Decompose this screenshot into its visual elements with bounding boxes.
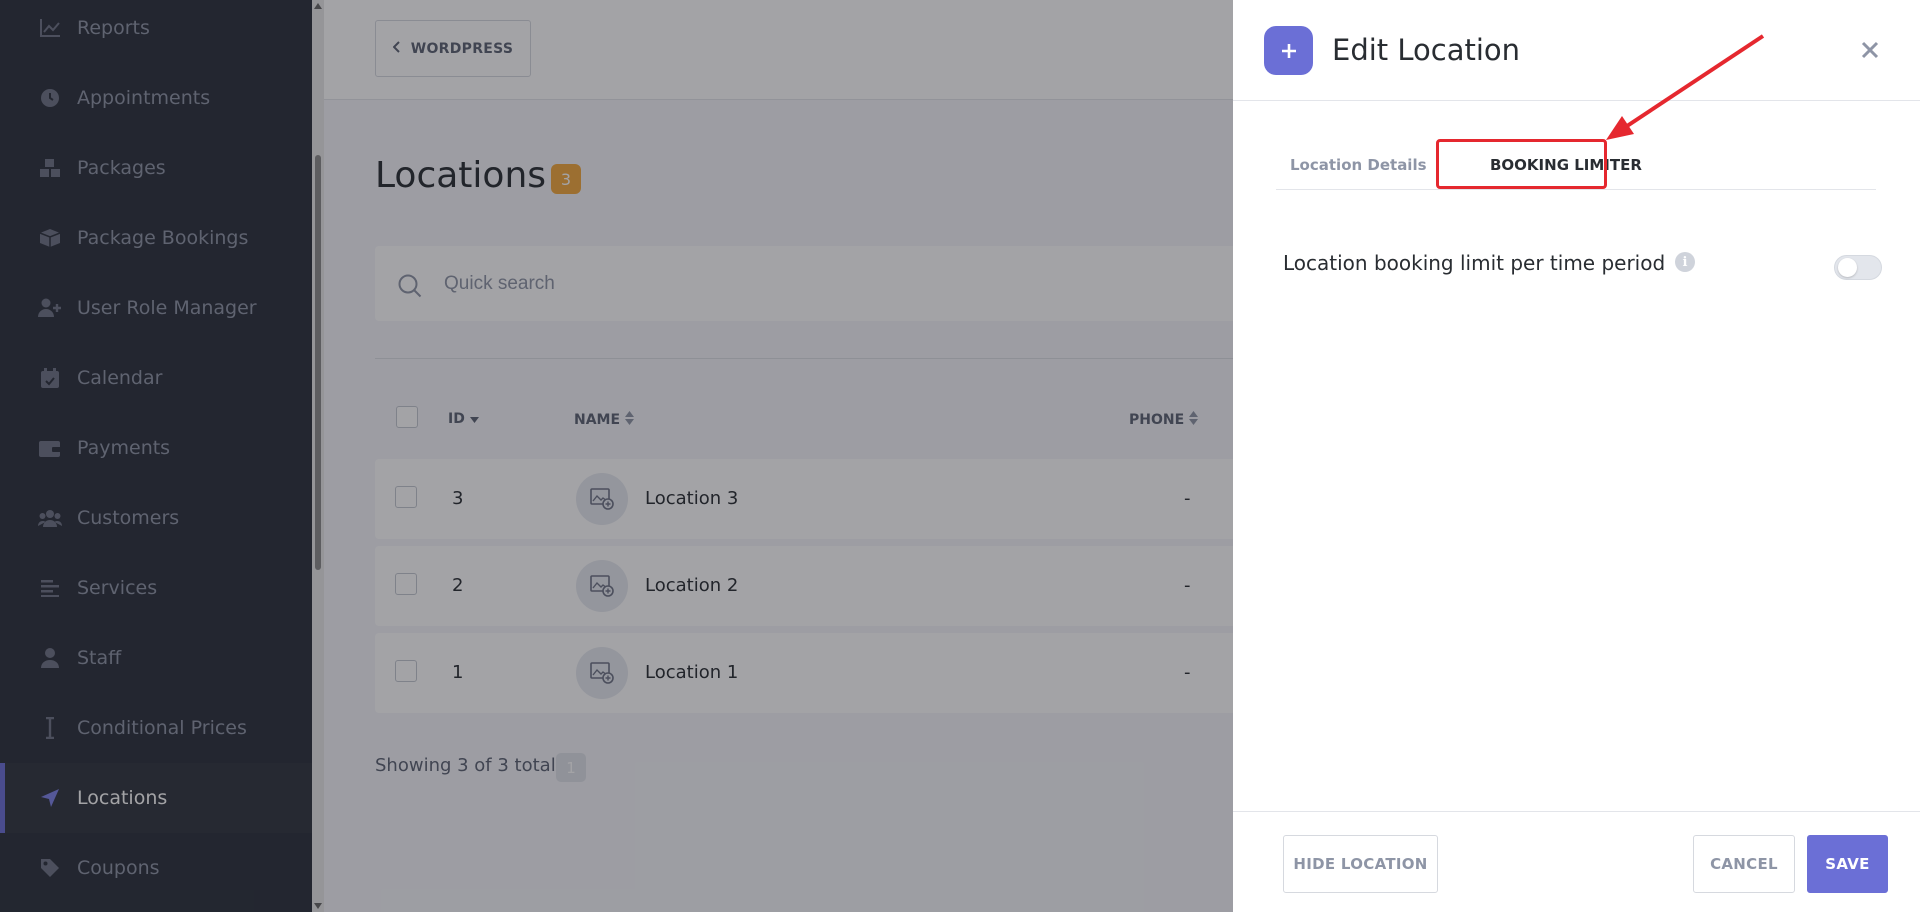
drawer-header: Edit Location [1233, 0, 1920, 101]
plus-icon [1264, 26, 1313, 75]
drawer-title: Edit Location [1332, 33, 1521, 67]
edit-location-drawer: Edit Location Location Details BOOKING L… [1233, 0, 1920, 912]
close-icon[interactable] [1856, 36, 1884, 64]
hide-location-button[interactable]: HIDE LOCATION [1283, 835, 1438, 893]
cancel-button[interactable]: CANCEL [1693, 835, 1795, 893]
info-icon[interactable]: i [1675, 252, 1695, 272]
tab-location-details[interactable]: Location Details [1290, 156, 1427, 174]
toggle-knob [1838, 258, 1857, 277]
annotation-highlight-box [1436, 139, 1607, 189]
booking-limit-label: Location booking limit per time period [1283, 251, 1666, 275]
drawer-footer: HIDE LOCATION CANCEL SAVE [1233, 811, 1920, 912]
save-button[interactable]: SAVE [1807, 835, 1888, 893]
booking-limit-toggle[interactable] [1834, 255, 1882, 280]
